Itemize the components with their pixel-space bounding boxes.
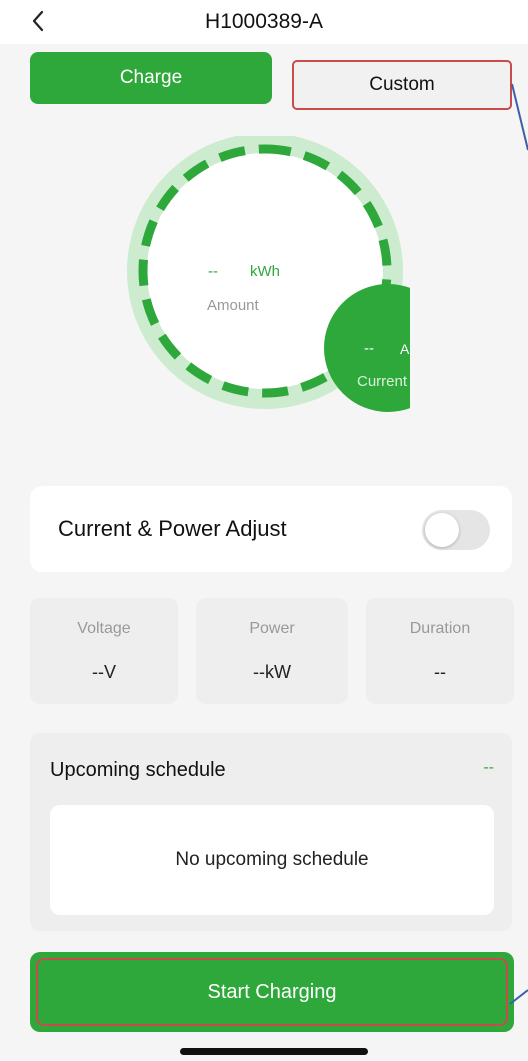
current-label: Current: [357, 373, 408, 390]
tab-charge[interactable]: Charge: [30, 52, 272, 104]
current-unit: A: [400, 341, 410, 357]
amount-value: --: [208, 263, 218, 280]
metric-label: Voltage: [77, 620, 131, 637]
adjust-toggle[interactable]: [422, 510, 490, 550]
metric-label: Power: [249, 620, 295, 637]
home-indicator: [180, 1048, 368, 1055]
metric-value: --kW: [253, 662, 291, 682]
adjust-card: Current & Power Adjust: [30, 486, 512, 572]
schedule-empty-box: No upcoming schedule: [50, 805, 494, 915]
current-value: --: [364, 340, 374, 357]
metric-power: Power --kW: [196, 598, 348, 704]
annotation-line: [511, 83, 528, 151]
schedule-card: Upcoming schedule -- No upcoming schedul…: [30, 733, 512, 931]
page-title: H1000389-A: [205, 10, 323, 33]
schedule-more-link[interactable]: --: [483, 759, 494, 777]
charge-gauge: -- kWh Amount -- A Current: [127, 136, 410, 412]
start-charging-button[interactable]: Start Charging: [30, 952, 514, 1032]
metric-label: Duration: [409, 620, 471, 637]
start-charging-label: Start Charging: [36, 958, 508, 1026]
amount-label: Amount: [207, 297, 260, 314]
top-bar: H1000389-A: [0, 0, 528, 44]
metric-duration: Duration --: [366, 598, 514, 704]
adjust-label: Current & Power Adjust: [58, 516, 287, 541]
metric-value: --V: [92, 662, 116, 682]
tab-custom[interactable]: Custom: [292, 60, 512, 110]
metric-value: --: [434, 662, 446, 682]
amount-unit: kWh: [250, 263, 280, 280]
metric-voltage: Voltage --V: [30, 598, 178, 704]
schedule-title: Upcoming schedule: [50, 759, 226, 781]
toggle-knob: [425, 513, 459, 547]
